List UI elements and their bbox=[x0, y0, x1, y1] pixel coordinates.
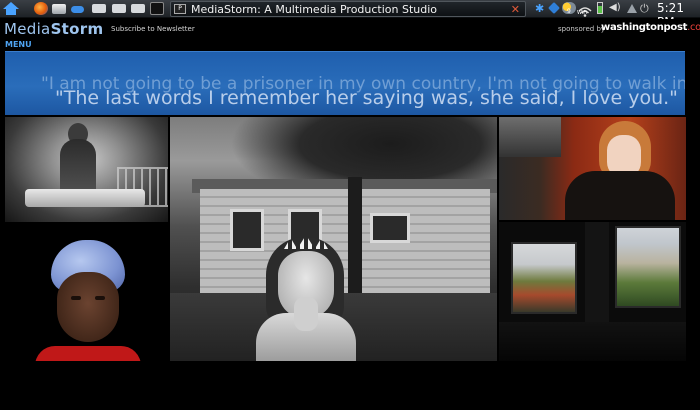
right-eye bbox=[95, 296, 105, 300]
photo-boy-on-bed[interactable] bbox=[5, 117, 168, 222]
window-icon[interactable] bbox=[112, 4, 126, 13]
system-taskbar: P MediaStorm: A Multimedia Production St… bbox=[0, 0, 700, 29]
window-title: MediaStorm: A Multimedia Production Stud… bbox=[191, 3, 438, 16]
window-icon[interactable] bbox=[92, 4, 106, 13]
sponsor-label: sponsored by bbox=[558, 25, 606, 33]
photo-red-haired-woman[interactable] bbox=[499, 117, 686, 220]
close-icon[interactable]: ✕ bbox=[511, 3, 520, 16]
quote-banner[interactable]: "I am not going to be a prisoner in my o… bbox=[5, 51, 685, 115]
window-pane-right bbox=[615, 226, 681, 308]
volume-icon[interactable]: ◀) bbox=[609, 2, 621, 16]
power-icon[interactable]: ⏻ bbox=[640, 2, 649, 16]
red-shirt bbox=[35, 346, 141, 361]
photo-woman-headwrap[interactable] bbox=[5, 224, 168, 361]
firefox-icon[interactable] bbox=[34, 2, 48, 15]
photo-girl-with-tiara[interactable] bbox=[170, 117, 497, 361]
menu-button[interactable]: MENU bbox=[5, 40, 32, 49]
battery-icon[interactable] bbox=[597, 2, 603, 14]
site-header: MediaStorm Subscribe to Newsletter spons… bbox=[0, 19, 700, 39]
home-icon[interactable] bbox=[3, 2, 19, 15]
dropbox-icon[interactable] bbox=[548, 2, 560, 14]
window-pane-left bbox=[511, 242, 577, 314]
wifi-label: WiFi bbox=[577, 10, 588, 16]
page-footer-area bbox=[0, 362, 700, 410]
taskbar-window-button[interactable]: P MediaStorm: A Multimedia Production St… bbox=[170, 1, 526, 17]
sponsor-logo-suffix: .com bbox=[687, 22, 700, 33]
washingtonpost-logo[interactable]: washingtonpost.com bbox=[601, 22, 700, 33]
bluetooth-icon[interactable]: ✱ bbox=[535, 2, 544, 16]
house-window bbox=[230, 209, 264, 251]
interior-shadow bbox=[499, 322, 686, 361]
tree-trunk bbox=[348, 177, 362, 307]
mediastorm-logo[interactable]: MediaStorm bbox=[4, 20, 103, 38]
foreground-quote: "The last words I remember her saying wa… bbox=[55, 87, 678, 109]
photo-view-through-window[interactable] bbox=[499, 222, 686, 361]
window-icon[interactable] bbox=[131, 4, 145, 13]
browser-window-icon: P bbox=[174, 4, 186, 14]
sponsor-logo-main: washingtonpost bbox=[601, 22, 688, 33]
clock[interactable]: 5:21 PM bbox=[657, 1, 700, 29]
bed-sheet bbox=[25, 189, 145, 207]
upload-arrow-icon[interactable] bbox=[627, 4, 637, 13]
logo-light: Media bbox=[4, 20, 51, 38]
photo-inset bbox=[499, 117, 561, 157]
house-window bbox=[370, 213, 410, 243]
dark-clothing bbox=[565, 171, 675, 220]
folder-icon[interactable] bbox=[52, 4, 66, 14]
clasped-hands bbox=[294, 297, 318, 331]
terminal-icon[interactable] bbox=[150, 2, 164, 15]
cloud-icon[interactable] bbox=[70, 2, 84, 15]
subscribe-link[interactable]: Subscribe to Newsletter bbox=[111, 25, 195, 33]
logo-bold: Storm bbox=[50, 20, 104, 38]
woman-face bbox=[57, 272, 119, 342]
left-eye bbox=[71, 296, 81, 300]
